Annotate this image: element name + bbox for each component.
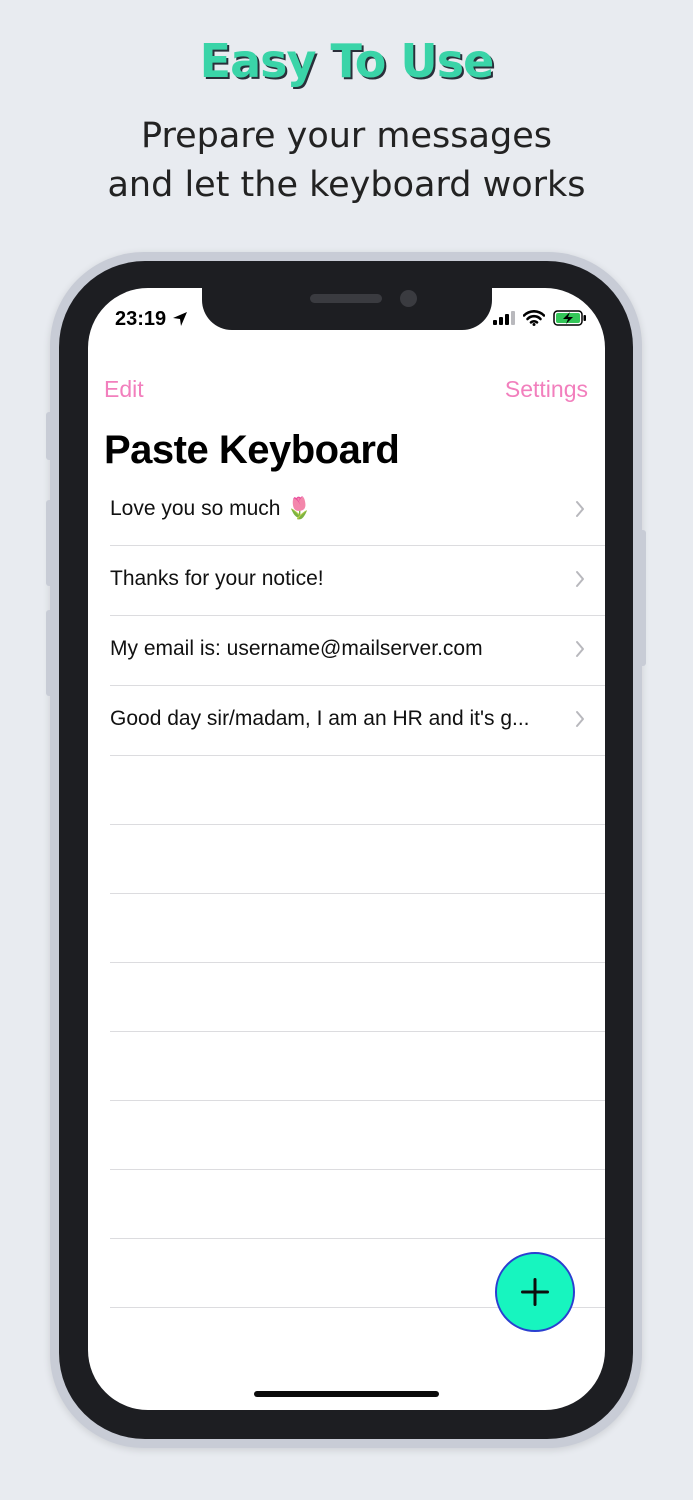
- settings-button[interactable]: Settings: [505, 376, 588, 403]
- phone-side-button: [46, 500, 54, 586]
- status-time: 23:19: [115, 308, 167, 330]
- promo-subline: Prepare your messages and let the keyboa…: [107, 116, 586, 205]
- signal-icon: [493, 311, 515, 325]
- page-title: Paste Keyboard: [104, 428, 400, 472]
- add-message-button[interactable]: [495, 1252, 575, 1332]
- list-item-text: Good day sir/madam, I am an HR and it's …: [110, 707, 530, 730]
- list-item[interactable]: My email is: username@mailserver.com: [110, 616, 605, 686]
- empty-row: [110, 963, 605, 1032]
- empty-row: [110, 894, 605, 963]
- phone-side-button: [638, 530, 646, 666]
- camera: [400, 290, 417, 307]
- chevron-right-icon: [576, 571, 584, 587]
- home-indicator: [254, 1391, 439, 1397]
- phone-side-button: [46, 610, 54, 696]
- edit-button[interactable]: Edit: [104, 376, 144, 403]
- promo-headline: Easy To Use: [199, 34, 495, 88]
- list-item-text: My email is: username@mailserver.com: [110, 637, 483, 660]
- location-arrow-icon: [173, 312, 187, 326]
- phone-screen: 23:19 Edit Settings Paste Keyboard Love …: [88, 288, 605, 1410]
- empty-row: [110, 1032, 605, 1101]
- empty-row: [110, 756, 605, 825]
- battery-charging-icon: [553, 310, 586, 326]
- empty-row: [110, 1101, 605, 1170]
- phone-side-button: [46, 412, 54, 460]
- status-icons: [493, 310, 587, 326]
- chevron-right-icon: [576, 711, 584, 727]
- wifi-icon: [523, 310, 545, 326]
- list-item[interactable]: Love you so much 🌷: [110, 476, 605, 546]
- notch: [202, 288, 492, 330]
- chevron-right-icon: [576, 501, 584, 517]
- plus-icon: [521, 1278, 549, 1306]
- chevron-right-icon: [576, 641, 584, 657]
- empty-row: [110, 1170, 605, 1239]
- list-item-text: Thanks for your notice!: [110, 567, 324, 590]
- speaker: [310, 294, 382, 303]
- list-item[interactable]: Thanks for your notice!: [110, 546, 605, 616]
- list-item[interactable]: Good day sir/madam, I am an HR and it's …: [110, 686, 605, 756]
- message-list: Love you so much 🌷 Thanks for your notic…: [88, 476, 605, 1308]
- list-item-text: Love you so much 🌷: [110, 497, 313, 520]
- empty-row: [110, 825, 605, 894]
